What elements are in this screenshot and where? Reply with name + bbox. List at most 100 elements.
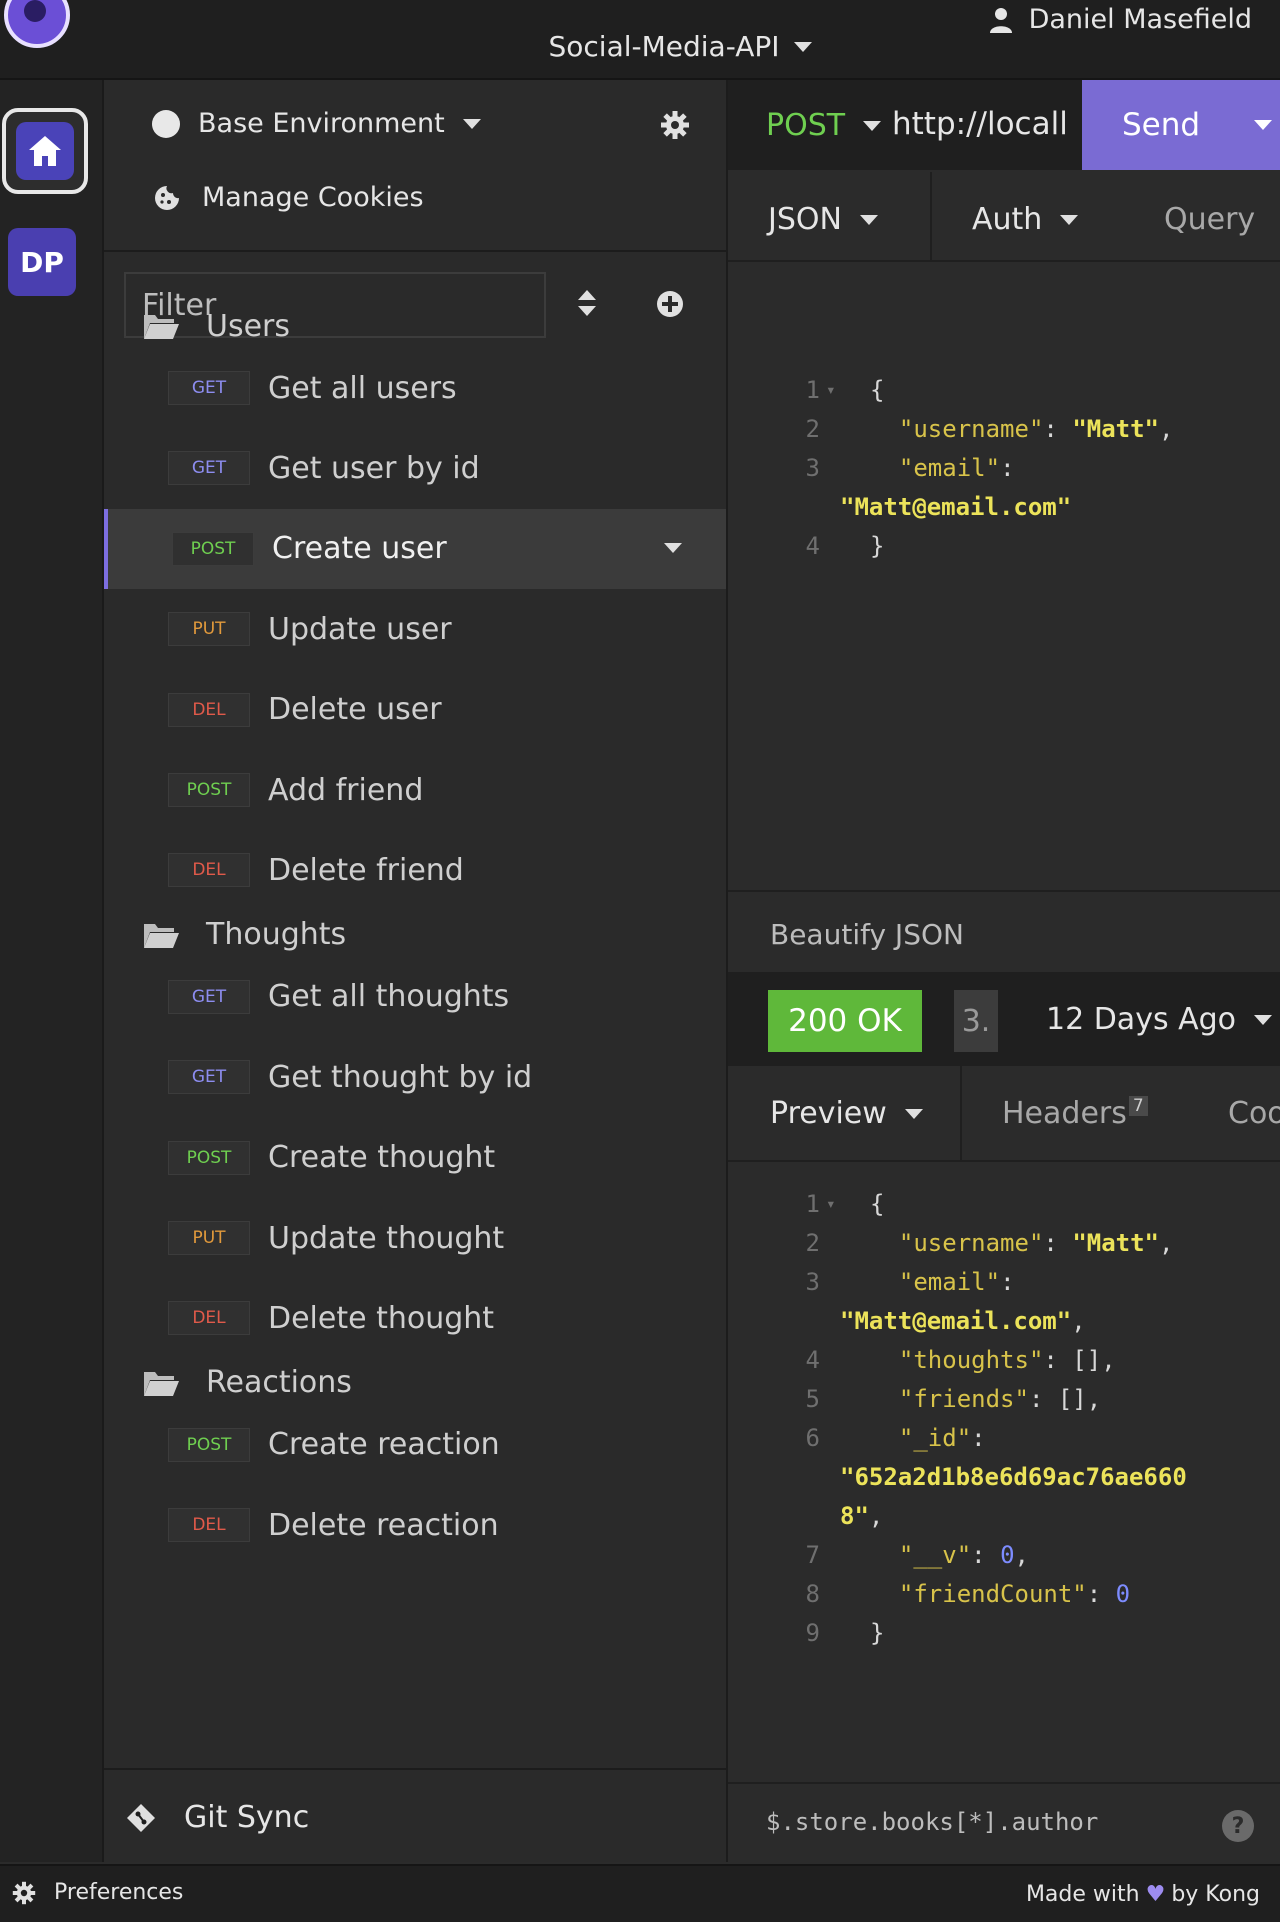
tab-label: Headers (1002, 1096, 1127, 1131)
history-label: 12 Days Ago (1046, 1002, 1237, 1037)
environment-color-dot (152, 109, 180, 138)
code-token: } (870, 532, 885, 560)
folder-users[interactable]: Users (142, 306, 290, 346)
request-label: Create thought (268, 1140, 496, 1176)
response-time-badge: 3. (954, 990, 998, 1052)
add-request-icon[interactable] (656, 290, 684, 318)
request-item[interactable]: DEL Delete friend (104, 830, 726, 910)
request-menu-chevron-icon[interactable] (664, 542, 682, 553)
code-token: , (1014, 1541, 1029, 1569)
chevron-down-icon (462, 118, 481, 129)
code-token: "Matt" (1072, 1229, 1160, 1257)
line-number: 1 (805, 376, 820, 404)
method-badge: POST (168, 1427, 250, 1462)
environment-selector[interactable]: Base Environment (152, 108, 481, 139)
code-token: : (1000, 1268, 1015, 1296)
request-label: Get all users (268, 370, 457, 406)
gear-icon[interactable] (660, 110, 690, 140)
request-label: Create user (272, 531, 447, 567)
request-item[interactable]: GET Get thought by id (104, 1037, 726, 1117)
fold-toggle-icon[interactable]: ▾ (826, 1194, 836, 1213)
code-line: "username": "Matt", (870, 415, 1174, 443)
manage-cookies-button[interactable]: Manage Cookies (154, 182, 424, 213)
request-item[interactable]: PUT Update user (104, 589, 726, 669)
folder-reactions[interactable]: Reactions (142, 1363, 352, 1403)
chevron-down-icon[interactable] (1254, 120, 1272, 130)
request-item[interactable]: DEL Delete reaction (104, 1485, 726, 1565)
code-token: "652a2d1b8e6d69ac76ae660 (840, 1463, 1187, 1491)
code-token: { (870, 376, 885, 404)
fold-toggle-icon[interactable]: ▾ (826, 380, 836, 399)
code-token: "friendCount" (898, 1580, 1087, 1608)
editor-footer: Beautify JSON (728, 890, 1280, 974)
method-badge: POST (168, 773, 250, 807)
send-button[interactable]: Send (1082, 80, 1280, 170)
home-button[interactable] (2, 108, 88, 194)
line-number: 4 (805, 532, 820, 560)
response-body-viewer: 1 ▾ {2 "username": "Matt", 3 "email": "Matt@… (728, 1160, 1280, 1780)
request-item[interactable]: GET Get user by id (104, 428, 726, 508)
home-icon (29, 136, 61, 166)
folder-thoughts[interactable]: Thoughts (142, 915, 346, 955)
request-label: Delete user (268, 692, 442, 728)
folder-open-icon (144, 923, 179, 948)
code-token: 0 (1000, 1541, 1015, 1569)
method-label: POST (766, 108, 846, 143)
request-item[interactable]: POST Add friend (104, 750, 726, 830)
code-token: "Matt" (1072, 415, 1160, 443)
tab-body-json[interactable]: JSON (768, 202, 878, 237)
request-item[interactable]: GET Get all users (104, 348, 726, 428)
request-item[interactable]: POST Create reaction (104, 1405, 726, 1485)
workspace-avatar[interactable]: DP (8, 228, 76, 296)
line-number: 5 (805, 1385, 820, 1413)
code-line: "__v": 0, (870, 1541, 1029, 1569)
by-kong-label: by Kong (1171, 1882, 1260, 1907)
sort-icon[interactable] (576, 288, 598, 318)
user-account[interactable]: Daniel Masefield (989, 4, 1252, 35)
request-item[interactable]: POST Create user (104, 508, 726, 589)
tab-headers[interactable]: Headers 7 (1002, 1096, 1148, 1131)
response-history-selector[interactable]: 12 Days Ago (1046, 1002, 1273, 1037)
git-sync-label: Git Sync (184, 1800, 310, 1835)
tab-cookies[interactable]: Coo (1228, 1096, 1280, 1131)
code-line: "thoughts": [], (870, 1346, 1116, 1374)
preferences-button[interactable]: Preferences (12, 1880, 183, 1905)
project-name: Social-Media-API (548, 30, 780, 63)
code-token: : (971, 1541, 1001, 1569)
chevron-down-icon (904, 1108, 923, 1119)
code-token: "email" (898, 1268, 1001, 1296)
request-item[interactable]: PUT Update thought (104, 1198, 726, 1278)
status-badge: 200 OK (768, 990, 922, 1052)
request-item[interactable]: DEL Delete thought (104, 1278, 726, 1358)
jsonpath-filter-input[interactable]: $.store.books[*].author (766, 1808, 1098, 1836)
tab-preview[interactable]: Preview (770, 1096, 923, 1131)
beautify-json-button[interactable]: Beautify JSON (770, 918, 964, 951)
request-item[interactable]: POST Create thought (104, 1118, 726, 1198)
request-item[interactable]: GET Get all thoughts (104, 957, 726, 1037)
git-sync-button[interactable]: Git Sync (126, 1800, 309, 1835)
line-number: 8 (805, 1580, 820, 1608)
line-number: 6 (805, 1424, 820, 1452)
code-line: "email": (870, 1268, 1015, 1296)
method-badge: PUT (168, 1221, 250, 1255)
tab-query[interactable]: Query (1164, 202, 1255, 237)
made-with-credit[interactable]: Made with ♥ by Kong (1026, 1882, 1260, 1907)
code-token: : [], (1043, 1346, 1116, 1374)
help-icon[interactable]: ? (1222, 1810, 1254, 1842)
request-body-editor[interactable]: 1 ▾ {2 "username": "Matt", 3 "email": "Matt@… (728, 260, 1280, 970)
url-input[interactable]: http://locall (892, 106, 1092, 142)
user-icon (989, 7, 1012, 33)
response-tabs: Preview Headers 7 Coo (728, 1066, 1280, 1162)
response-filter-bar: $.store.books[*].author ? (728, 1782, 1280, 1864)
code-token: "thoughts" (898, 1346, 1044, 1374)
url-bar: POST http://locall Send (728, 80, 1280, 170)
code-token: "username" (898, 1229, 1044, 1257)
tab-auth[interactable]: Auth (972, 202, 1079, 237)
line-number: 1 (805, 1190, 820, 1218)
method-selector[interactable]: POST (766, 108, 882, 143)
method-badge: GET (168, 1060, 250, 1095)
request-item[interactable]: DEL Delete user (104, 670, 726, 750)
